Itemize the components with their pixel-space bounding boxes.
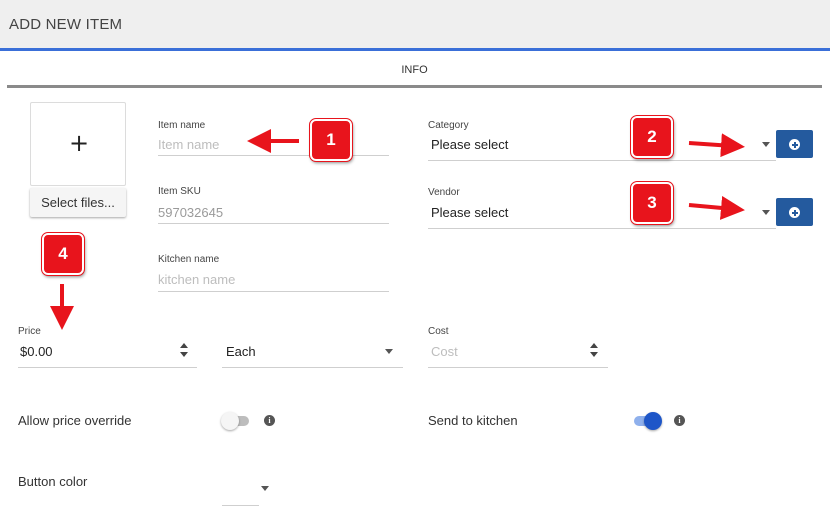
annotation-badge-3: 3 <box>630 181 674 225</box>
annotation-badge-1: 1 <box>309 118 353 162</box>
annotation-badge-4: 4 <box>41 232 85 276</box>
annotation-arrows <box>50 129 745 330</box>
annotation-badge-2: 2 <box>630 115 674 159</box>
annotation-arrow-3 <box>688 195 745 220</box>
annotation-arrow-2 <box>688 133 745 158</box>
